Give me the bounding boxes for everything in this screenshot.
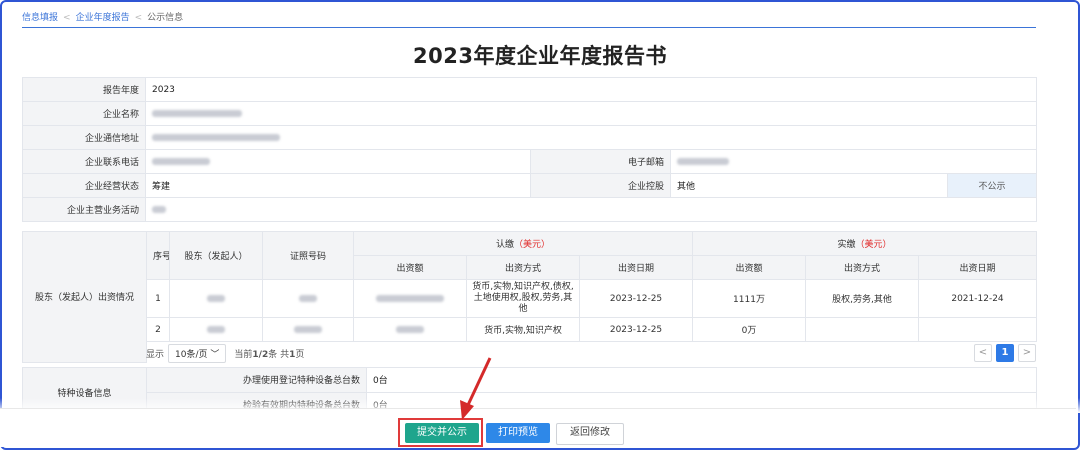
annotation-arrow-icon (460, 357, 492, 420)
